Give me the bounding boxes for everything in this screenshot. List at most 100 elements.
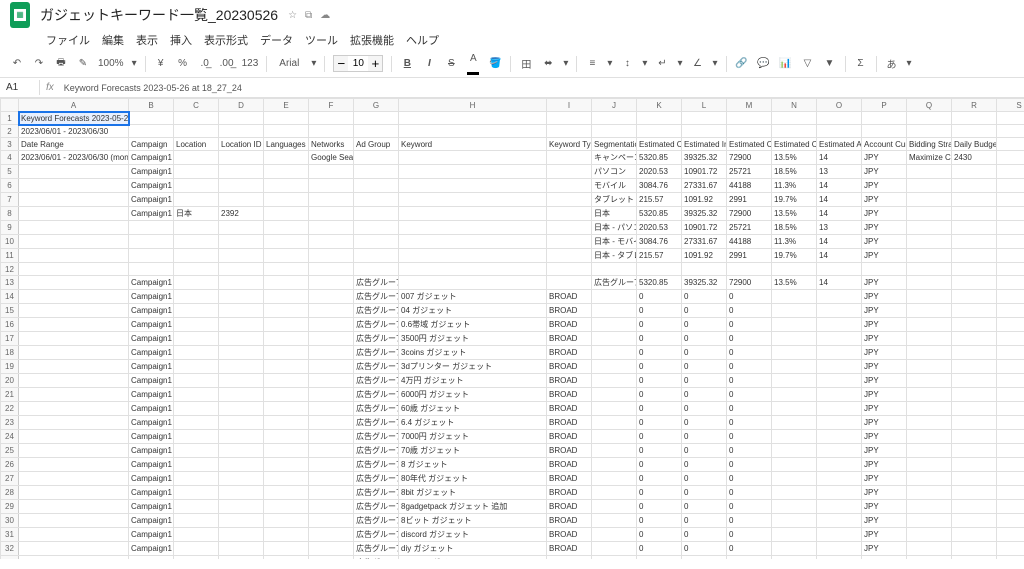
cell-S7[interactable]	[997, 193, 1024, 207]
row-header-24[interactable]: 24	[1, 430, 19, 444]
cell-K21[interactable]: 0	[637, 388, 682, 402]
cell-E10[interactable]	[264, 235, 309, 249]
cell-M18[interactable]: 0	[727, 346, 772, 360]
cell-Q12[interactable]	[907, 263, 952, 276]
cell-Q21[interactable]	[907, 388, 952, 402]
menu-data[interactable]: データ	[260, 32, 293, 48]
cell-Q14[interactable]	[907, 290, 952, 304]
cell-R25[interactable]	[952, 444, 997, 458]
cell-I24[interactable]: BROAD	[547, 430, 592, 444]
col-header-L[interactable]: L	[682, 99, 727, 112]
row-header-15[interactable]: 15	[1, 304, 19, 318]
cell-K30[interactable]: 0	[637, 514, 682, 528]
cell-B12[interactable]	[129, 263, 174, 276]
cell-Q13[interactable]	[907, 276, 952, 290]
cell-K12[interactable]	[637, 263, 682, 276]
cell-M8[interactable]: 72900	[727, 207, 772, 221]
cell-E9[interactable]	[264, 221, 309, 235]
cell-N13[interactable]: 13.5%	[772, 276, 817, 290]
cell-F24[interactable]	[309, 430, 354, 444]
row-header-32[interactable]: 32	[1, 542, 19, 556]
row-header-21[interactable]: 21	[1, 388, 19, 402]
cell-R23[interactable]	[952, 416, 997, 430]
cell-L2[interactable]	[682, 125, 727, 138]
cell-I8[interactable]	[547, 207, 592, 221]
cell-K28[interactable]: 0	[637, 486, 682, 500]
print-icon[interactable]: 🖶	[54, 55, 68, 72]
cell-C22[interactable]	[174, 402, 219, 416]
cell-B9[interactable]	[129, 221, 174, 235]
cell-R26[interactable]	[952, 458, 997, 472]
cell-G21[interactable]: 広告グループ 1	[354, 388, 399, 402]
corner-cell[interactable]	[1, 99, 19, 112]
cell-K26[interactable]: 0	[637, 458, 682, 472]
cell-D17[interactable]	[219, 332, 264, 346]
cell-B7[interactable]: Campaign1	[129, 193, 174, 207]
cell-L13[interactable]: 39325.32	[682, 276, 727, 290]
cell-D12[interactable]	[219, 263, 264, 276]
cell-I32[interactable]: BROAD	[547, 542, 592, 556]
cell-O10[interactable]: 14	[817, 235, 862, 249]
cell-J27[interactable]	[592, 472, 637, 486]
cell-P21[interactable]: JPY	[862, 388, 907, 402]
cell-O14[interactable]	[817, 290, 862, 304]
cell-J29[interactable]	[592, 500, 637, 514]
cell-E18[interactable]	[264, 346, 309, 360]
cell-R28[interactable]	[952, 486, 997, 500]
cell-M32[interactable]: 0	[727, 542, 772, 556]
cell-J11[interactable]: 日本 - タブレット	[592, 249, 637, 263]
row-header-9[interactable]: 9	[1, 221, 19, 235]
cell-S14[interactable]	[997, 290, 1024, 304]
cell-F21[interactable]	[309, 388, 354, 402]
cell-N9[interactable]: 18.5%	[772, 221, 817, 235]
cell-J22[interactable]	[592, 402, 637, 416]
merge-icon[interactable]: ⬌	[541, 58, 555, 69]
cell-E7[interactable]	[264, 193, 309, 207]
row-header-4[interactable]: 4	[1, 151, 19, 165]
cell-L18[interactable]: 0	[682, 346, 727, 360]
cell-I22[interactable]: BROAD	[547, 402, 592, 416]
cell-R31[interactable]	[952, 528, 997, 542]
cell-H20[interactable]: 4万円 ガジェット	[399, 374, 547, 388]
cell-J21[interactable]	[592, 388, 637, 402]
cell-B28[interactable]: Campaign1	[129, 486, 174, 500]
cell-J17[interactable]	[592, 332, 637, 346]
cell-O31[interactable]	[817, 528, 862, 542]
formula-bar[interactable]: Keyword Forecasts 2023-05-26 at 18_27_24	[60, 81, 1024, 95]
cell-A23[interactable]	[19, 416, 129, 430]
cell-D3[interactable]: Location ID	[219, 138, 264, 151]
cell-O11[interactable]: 14	[817, 249, 862, 263]
cell-C27[interactable]	[174, 472, 219, 486]
cell-C11[interactable]	[174, 249, 219, 263]
cell-P17[interactable]: JPY	[862, 332, 907, 346]
cell-O2[interactable]	[817, 125, 862, 138]
cell-D22[interactable]	[219, 402, 264, 416]
cell-O32[interactable]	[817, 542, 862, 556]
cell-E1[interactable]	[264, 112, 309, 125]
row-header-18[interactable]: 18	[1, 346, 19, 360]
cell-M14[interactable]: 0	[727, 290, 772, 304]
cell-S15[interactable]	[997, 304, 1024, 318]
comment-icon[interactable]: 💬	[757, 58, 771, 69]
cell-F13[interactable]	[309, 276, 354, 290]
cell-K31[interactable]: 0	[637, 528, 682, 542]
cell-G24[interactable]: 広告グループ 1	[354, 430, 399, 444]
cell-G17[interactable]: 広告グループ 1	[354, 332, 399, 346]
cell-F11[interactable]	[309, 249, 354, 263]
row-header-17[interactable]: 17	[1, 332, 19, 346]
cell-Q24[interactable]	[907, 430, 952, 444]
cell-A7[interactable]	[19, 193, 129, 207]
paint-format-icon[interactable]: ✎	[76, 58, 90, 69]
cell-B19[interactable]: Campaign1	[129, 360, 174, 374]
cell-D9[interactable]	[219, 221, 264, 235]
cell-J20[interactable]	[592, 374, 637, 388]
cell-M11[interactable]: 2991	[727, 249, 772, 263]
cell-A33[interactable]	[19, 556, 129, 560]
cell-C13[interactable]	[174, 276, 219, 290]
font-size-decrease[interactable]: −	[334, 56, 348, 71]
col-header-M[interactable]: M	[727, 99, 772, 112]
cell-K16[interactable]: 0	[637, 318, 682, 332]
cell-F22[interactable]	[309, 402, 354, 416]
cell-J19[interactable]	[592, 360, 637, 374]
cell-H8[interactable]	[399, 207, 547, 221]
